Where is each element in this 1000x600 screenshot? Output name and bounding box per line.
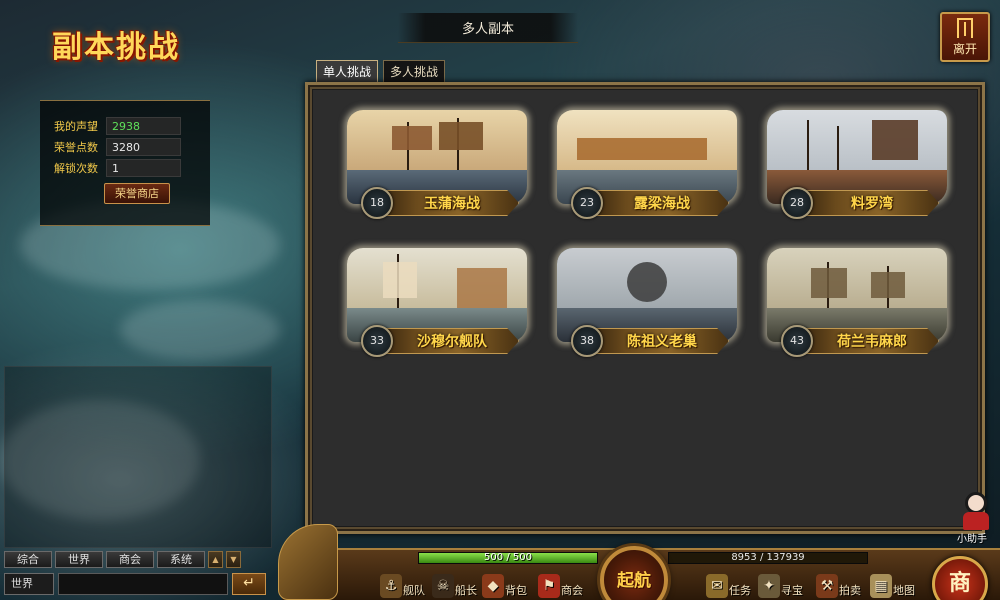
reputation-label: 我的声望 bbox=[54, 119, 98, 133]
flag-icon: ⚑ bbox=[538, 574, 560, 598]
top-banner: 多人副本 bbox=[398, 13, 578, 43]
unlock-row: 解锁次数 1 bbox=[54, 157, 210, 178]
chat-tab-world[interactable]: 世界 bbox=[55, 551, 103, 568]
unlock-label: 解锁次数 bbox=[54, 161, 98, 175]
helper-assistant[interactable]: 小助手 bbox=[953, 488, 997, 545]
enter-icon[interactable]: ↵ bbox=[232, 573, 266, 595]
menu-fleet-button[interactable]: ⚓ 舰队 bbox=[380, 568, 425, 598]
helper-label: 小助手 bbox=[957, 534, 987, 545]
menu-map-label: 地图 bbox=[893, 584, 915, 597]
exp-bar: 500 / 500 bbox=[418, 552, 598, 564]
dungeon-card[interactable]: 露梁海战 23 bbox=[551, 110, 751, 226]
honor-shop-button[interactable]: 荣誉商店 bbox=[104, 183, 170, 204]
menu-quest-button[interactable]: ✉ 任务 bbox=[706, 568, 751, 598]
menu-auction-label: 拍卖 bbox=[839, 584, 861, 597]
reputation-row: 我的声望 2938 bbox=[54, 115, 210, 136]
menu-auction-button[interactable]: ⚒ 拍卖 bbox=[816, 568, 861, 598]
dragon-ornament-icon bbox=[278, 524, 338, 600]
helper-avatar-icon bbox=[965, 492, 987, 514]
menu-fleet-label: 舰队 bbox=[403, 584, 425, 597]
dungeon-name-ribbon: 露梁海战 bbox=[581, 190, 729, 216]
menu-quest-label: 任务 bbox=[729, 584, 751, 597]
dungeon-card[interactable]: 料罗湾 28 bbox=[761, 110, 961, 226]
tab-single-challenge[interactable]: 单人挑战 bbox=[316, 60, 379, 84]
dungeon-name: 玉蒲海战 bbox=[424, 196, 480, 212]
chat-scroll-down-icon[interactable]: ▼ bbox=[226, 551, 241, 568]
dungeon-name-ribbon: 料罗湾 bbox=[791, 190, 939, 216]
quest-scroll-icon: ✉ bbox=[706, 574, 728, 598]
dungeon-level-badge: 38 bbox=[571, 325, 603, 357]
chat-log[interactable] bbox=[4, 366, 272, 548]
menu-treasure-label: 寻宝 bbox=[781, 584, 803, 597]
wave-foam bbox=[120, 300, 280, 360]
stats-panel: 我的声望 2938 荣誉点数 3280 解锁次数 1 荣誉商店 bbox=[40, 100, 210, 226]
door-icon bbox=[957, 17, 973, 38]
gold-text: 8953 / 137939 bbox=[731, 552, 805, 563]
treasure-icon: ✦ bbox=[758, 574, 780, 598]
auction-hammer-icon: ⚒ bbox=[816, 574, 838, 598]
gold-bar: 8953 / 137939 bbox=[668, 552, 868, 564]
dungeon-panel: 玉蒲海战 18 露梁海战 23 料罗湾 28 沙穆尔舰队 33 陈祖义老巢 38… bbox=[305, 82, 985, 534]
chat-tabs: 综合 世界 商会 系统 ▲ ▼ bbox=[4, 551, 241, 568]
menu-captain-button[interactable]: ☠ 船长 bbox=[432, 568, 477, 598]
honor-label: 荣誉点数 bbox=[54, 140, 98, 154]
tab-multi-challenge[interactable]: 多人挑战 bbox=[383, 60, 446, 84]
chat-tab-system[interactable]: 系统 bbox=[157, 551, 205, 568]
dungeon-name-ribbon: 沙穆尔舰队 bbox=[371, 328, 519, 354]
honor-value: 3280 bbox=[106, 137, 181, 156]
leave-button[interactable]: 离开 bbox=[940, 12, 990, 62]
menu-map-button[interactable]: ▦ 地图 bbox=[870, 568, 915, 598]
menu-guild-label: 商会 bbox=[561, 584, 583, 597]
dungeon-level-badge: 23 bbox=[571, 187, 603, 219]
menu-guild-button[interactable]: ⚑ 商会 bbox=[538, 568, 583, 598]
dungeon-name: 荷兰韦麻郎 bbox=[837, 334, 907, 350]
chat-channel-select[interactable]: 世界 bbox=[4, 573, 54, 595]
unlock-value: 1 bbox=[106, 158, 181, 177]
dungeon-card[interactable]: 荷兰韦麻郎 43 bbox=[761, 248, 961, 364]
dungeon-level-badge: 28 bbox=[781, 187, 813, 219]
dungeon-name: 沙穆尔舰队 bbox=[417, 334, 487, 350]
map-icon: ▦ bbox=[870, 574, 892, 598]
reputation-value: 2938 bbox=[106, 116, 181, 135]
dungeon-name-ribbon: 陈祖义老巢 bbox=[581, 328, 729, 354]
dungeon-card[interactable]: 沙穆尔舰队 33 bbox=[341, 248, 541, 364]
chat-tab-all[interactable]: 综合 bbox=[4, 551, 52, 568]
dungeon-level-badge: 43 bbox=[781, 325, 813, 357]
menu-treasure-button[interactable]: ✦ 寻宝 bbox=[758, 568, 803, 598]
honor-row: 荣誉点数 3280 bbox=[54, 136, 210, 157]
menu-bag-label: 背包 bbox=[505, 584, 527, 597]
dungeon-name: 露梁海战 bbox=[634, 196, 690, 212]
dungeon-level-badge: 18 bbox=[361, 187, 393, 219]
dungeon-name: 陈祖义老巢 bbox=[627, 334, 697, 350]
dungeon-level-badge: 33 bbox=[361, 325, 393, 357]
set-sail-label: 起航 bbox=[617, 571, 651, 591]
mode-tabs: 单人挑战 多人挑战 bbox=[316, 60, 446, 84]
menu-bag-button[interactable]: ◆ 背包 bbox=[482, 568, 527, 598]
leave-label: 离开 bbox=[952, 41, 977, 56]
chat-input[interactable] bbox=[58, 573, 228, 595]
exp-text: 500 / 500 bbox=[484, 552, 532, 563]
chat-scroll-up-icon[interactable]: ▲ bbox=[208, 551, 223, 568]
menu-captain-label: 船长 bbox=[455, 584, 477, 597]
chat-input-row: 世界 ↵ bbox=[4, 573, 266, 595]
captain-icon: ☠ bbox=[432, 574, 454, 598]
bag-icon: ◆ bbox=[482, 574, 504, 598]
dungeon-name: 料罗湾 bbox=[851, 196, 893, 212]
page-title: 副本挑战 bbox=[52, 30, 180, 65]
dungeon-name-ribbon: 荷兰韦麻郎 bbox=[791, 328, 939, 354]
helper-body bbox=[963, 512, 989, 530]
dungeon-card[interactable]: 玉蒲海战 18 bbox=[341, 110, 541, 226]
dungeon-card[interactable]: 陈祖义老巢 38 bbox=[551, 248, 751, 364]
fleet-icon: ⚓ bbox=[380, 574, 402, 598]
dungeon-grid: 玉蒲海战 18 露梁海战 23 料罗湾 28 沙穆尔舰队 33 陈祖义老巢 38… bbox=[312, 89, 978, 527]
chat-tab-guild[interactable]: 商会 bbox=[106, 551, 154, 568]
dungeon-name-ribbon: 玉蒲海战 bbox=[371, 190, 519, 216]
